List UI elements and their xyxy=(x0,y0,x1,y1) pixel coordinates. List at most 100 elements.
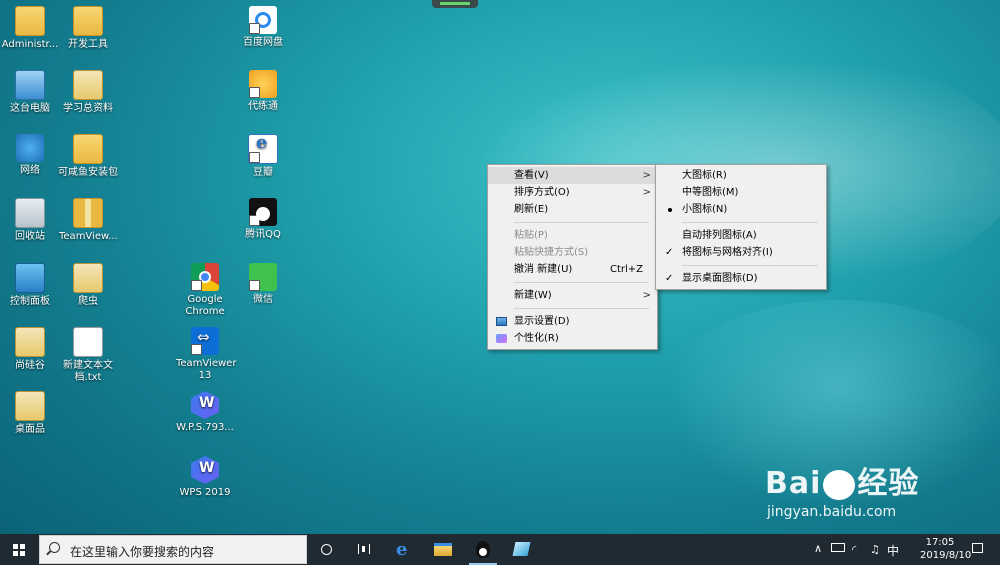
ime-indicator[interactable]: 中 xyxy=(887,542,899,559)
view-submenu: 大图标(R) 中等图标(M) 小图标(N) 自动排列图标(A) ✓ 将图标与网格… xyxy=(655,164,827,290)
menu-item-refresh[interactable]: 刷新(E) xyxy=(488,201,657,218)
doc-folder-icon xyxy=(73,263,103,293)
menu-item-undo-new[interactable]: 撤消 新建(U) Ctrl+Z xyxy=(488,261,657,278)
baidu-netdisk-icon xyxy=(249,6,277,34)
checkmark-icon: ✓ xyxy=(665,273,674,284)
desktop-icon-administrator[interactable]: Administr... xyxy=(1,6,59,51)
desktop-icon-recycle-bin[interactable]: 回收站 xyxy=(1,198,59,243)
desktop-icon-wps-2019[interactable]: WPS 2019 xyxy=(176,456,234,499)
desktop-icon-teamviewer-13[interactable]: TeamViewer 13 xyxy=(176,327,236,382)
shortcut-label: Ctrl+Z xyxy=(609,264,643,275)
chrome-icon xyxy=(191,263,219,291)
doc-folder-icon xyxy=(73,70,103,100)
text-file-icon xyxy=(73,327,103,357)
desktop-icon-shangguigu[interactable]: 尚硅谷 xyxy=(1,327,59,372)
edge-icon: e xyxy=(396,539,408,560)
teamviewer-icon xyxy=(191,327,219,355)
display-settings-icon xyxy=(496,317,507,326)
baidu-paw-icon xyxy=(823,469,856,500)
cortana-icon xyxy=(321,544,332,555)
desktop-icon-xianyu-packages[interactable]: 可咸鱼安装包 xyxy=(55,134,121,179)
recycle-bin-icon xyxy=(15,198,45,228)
doc-folder-icon xyxy=(15,327,45,357)
desktop-icon-network[interactable]: 网络 xyxy=(1,134,59,177)
personalize-icon xyxy=(496,334,507,343)
volume-icon[interactable]: ♫ xyxy=(870,543,880,556)
start-button[interactable] xyxy=(0,534,38,565)
desktop-icon-wps-793[interactable]: W.P.S.793... xyxy=(172,391,238,434)
submenu-item-show-desktop-icons[interactable]: ✓ 显示桌面图标(D) xyxy=(656,270,826,287)
zip-folder-icon xyxy=(73,198,103,228)
this-pc-icon xyxy=(15,70,45,100)
submenu-item-medium-icons[interactable]: 中等图标(M) xyxy=(656,184,826,201)
desktop-icon-google-chrome[interactable]: Google Chrome xyxy=(176,263,234,318)
menu-separator xyxy=(682,265,818,266)
desktop-icon-douban[interactable]: e 豆瓣 xyxy=(234,134,292,179)
qq-icon xyxy=(476,541,490,558)
desktop-icon-wechat[interactable]: 微信 xyxy=(234,263,292,306)
taskbar: 在这里输入你要搜索的内容 e ∧ ◜ ♫ 中 17:05 2019/8/10 xyxy=(0,534,1000,565)
desktop-icon-dev-tools[interactable]: 开发工具 xyxy=(59,6,117,51)
submenu-item-align-to-grid[interactable]: ✓ 将图标与网格对齐(I) xyxy=(656,244,826,261)
dailiantong-icon xyxy=(249,70,277,98)
desktop-icon-desktop-items[interactable]: 桌面品 xyxy=(1,391,59,436)
chevron-up-icon[interactable]: ∧ xyxy=(814,542,822,555)
menu-separator xyxy=(514,282,649,283)
top-indicator xyxy=(432,0,478,8)
wps-icon xyxy=(191,456,219,484)
task-view-icon xyxy=(358,544,370,554)
desktop-icon-baidu-netdisk[interactable]: 百度网盘 xyxy=(234,6,292,49)
menu-item-display-settings[interactable]: 显示设置(D) xyxy=(488,313,657,330)
folder-icon xyxy=(73,134,103,164)
chevron-right-icon: > xyxy=(642,187,651,198)
taskbar-app-cleaner[interactable] xyxy=(503,534,539,565)
cortana-button[interactable] xyxy=(308,534,344,565)
qq-icon xyxy=(249,198,277,226)
desktop-icon-teamviewer-zip[interactable]: TeamView... xyxy=(59,198,118,243)
menu-item-view[interactable]: 查看(V) > xyxy=(488,167,657,184)
menu-separator xyxy=(514,222,649,223)
folder-icon xyxy=(73,6,103,36)
taskbar-app-file-explorer[interactable] xyxy=(425,534,461,565)
menu-item-paste[interactable]: 粘贴(P) xyxy=(488,227,657,244)
desktop-icon-control-panel[interactable]: 控制面板 xyxy=(1,263,59,308)
douban-icon: e xyxy=(248,134,278,164)
menu-item-new[interactable]: 新建(W) > xyxy=(488,287,657,304)
baidu-jingyan-watermark: Bai 经验 jingyan.baidu.com xyxy=(765,466,920,520)
cleaner-app-icon xyxy=(512,542,531,556)
wifi-icon[interactable]: ◜ xyxy=(852,543,856,556)
menu-separator xyxy=(682,222,818,223)
chevron-right-icon: > xyxy=(642,290,651,301)
system-clock[interactable]: 17:05 2019/8/10 xyxy=(920,536,971,562)
menu-item-paste-shortcut[interactable]: 粘贴快捷方式(S) xyxy=(488,244,657,261)
desktop-context-menu: 查看(V) > 排序方式(O) > 刷新(E) 粘贴(P) 粘贴快捷方式(S) … xyxy=(487,164,658,350)
user-folder-icon xyxy=(15,6,45,36)
windows-logo-icon xyxy=(13,544,25,556)
taskbar-app-edge[interactable]: e xyxy=(386,534,422,565)
battery-icon[interactable] xyxy=(831,543,845,552)
chevron-right-icon: > xyxy=(642,170,651,181)
submenu-item-large-icons[interactable]: 大图标(R) xyxy=(656,167,826,184)
menu-item-personalize[interactable]: 个性化(R) xyxy=(488,330,657,347)
control-panel-icon xyxy=(15,263,45,293)
submenu-item-small-icons[interactable]: 小图标(N) xyxy=(656,201,826,218)
notification-icon[interactable] xyxy=(972,543,983,553)
network-icon xyxy=(16,134,44,162)
taskbar-search-box[interactable]: 在这里输入你要搜索的内容 xyxy=(39,535,307,564)
desktop-icon-this-pc[interactable]: 这台电脑 xyxy=(1,70,59,115)
menu-separator xyxy=(514,308,649,309)
checkmark-icon: ✓ xyxy=(665,247,674,258)
wechat-icon xyxy=(249,263,277,291)
wps-icon xyxy=(191,391,219,419)
task-view-button[interactable] xyxy=(346,534,382,565)
submenu-item-auto-arrange[interactable]: 自动排列图标(A) xyxy=(656,227,826,244)
desktop-icon-crawler[interactable]: 爬虫 xyxy=(59,263,117,308)
desktop-icon-study-materials[interactable]: 学习总资料 xyxy=(59,70,117,115)
desktop-icon-dailiantong[interactable]: 代练通 xyxy=(234,70,292,113)
file-explorer-icon xyxy=(434,543,452,556)
taskbar-app-qq[interactable] xyxy=(465,534,501,565)
doc-folder-icon xyxy=(15,391,45,421)
menu-item-sort-by[interactable]: 排序方式(O) > xyxy=(488,184,657,201)
desktop-icon-tencent-qq[interactable]: 腾讯QQ xyxy=(234,198,292,241)
desktop-icon-new-text-doc[interactable]: 新建文本文档.txt xyxy=(59,327,117,384)
